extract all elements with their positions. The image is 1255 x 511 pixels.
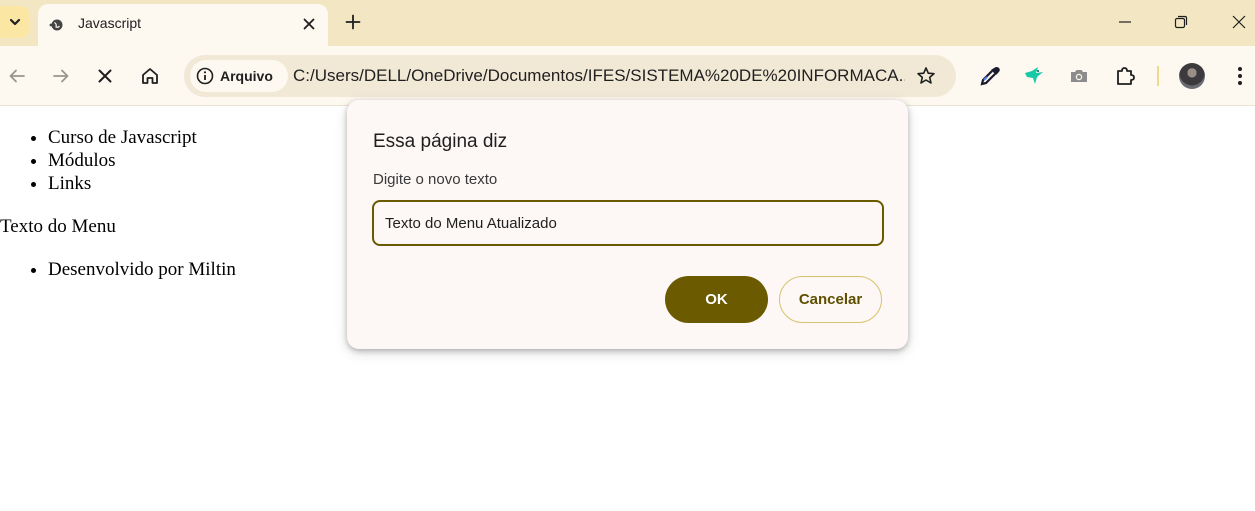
extensions-button[interactable] bbox=[1112, 63, 1138, 89]
browser-menu-button[interactable] bbox=[1228, 63, 1252, 89]
close-icon bbox=[98, 69, 112, 83]
menu-text: Texto do Menu bbox=[0, 216, 116, 237]
extension-camera[interactable] bbox=[1066, 63, 1092, 89]
toolbar-separator bbox=[1157, 66, 1159, 86]
minimize-icon bbox=[1119, 21, 1131, 23]
site-chip-label: Arquivo bbox=[220, 68, 273, 84]
restore-icon bbox=[1174, 15, 1188, 29]
menu-list: Curso de Javascript Módulos Links bbox=[48, 126, 197, 195]
menu-item-modulos: Módulos bbox=[48, 149, 197, 172]
arrow-left-icon bbox=[9, 69, 25, 83]
plus-icon bbox=[345, 14, 361, 30]
tab-javascript[interactable]: Javascript bbox=[38, 4, 328, 46]
home-icon bbox=[142, 68, 158, 84]
avatar[interactable] bbox=[1179, 63, 1205, 89]
chevron-down-icon bbox=[9, 18, 21, 26]
stop-button[interactable] bbox=[90, 61, 120, 91]
bird-icon bbox=[1025, 67, 1043, 84]
prompt-input[interactable] bbox=[372, 200, 884, 246]
close-icon bbox=[1232, 15, 1246, 29]
footer-credit: Desenvolvido por Miltin bbox=[48, 258, 236, 281]
window-minimize-button[interactable] bbox=[1110, 8, 1140, 36]
eyedropper-icon bbox=[980, 67, 1000, 86]
ok-button[interactable]: OK bbox=[665, 276, 768, 323]
menu-item-links: Links bbox=[48, 172, 197, 195]
tab-close-button[interactable] bbox=[298, 13, 320, 35]
star-icon bbox=[917, 67, 935, 84]
kebab-icon bbox=[1238, 67, 1242, 85]
puzzle-icon bbox=[1117, 67, 1135, 85]
home-button[interactable] bbox=[135, 61, 165, 91]
url-text[interactable]: C:/Users/DELL/OneDrive/Documentos/IFES/S… bbox=[293, 66, 905, 86]
camera-icon bbox=[1071, 70, 1087, 82]
cancel-button[interactable]: Cancelar bbox=[779, 276, 882, 323]
extension-bird[interactable] bbox=[1021, 63, 1047, 89]
dialog-title: Essa página diz bbox=[373, 131, 508, 152]
address-bar[interactable]: Arquivo C:/Users/DELL/OneDrive/Documento… bbox=[184, 55, 956, 97]
new-tab-button[interactable] bbox=[340, 9, 366, 35]
window-restore-button[interactable] bbox=[1166, 8, 1196, 36]
globe-icon bbox=[49, 19, 63, 31]
prompt-dialog: Essa página diz Digite o novo texto OK C… bbox=[347, 100, 908, 349]
window-close-button[interactable] bbox=[1224, 8, 1254, 36]
extension-eyedropper[interactable] bbox=[977, 63, 1003, 89]
footer-list: Desenvolvido por Miltin bbox=[48, 258, 236, 281]
tab-strip: Javascript bbox=[0, 0, 1255, 46]
dialog-message: Digite o novo texto bbox=[373, 171, 498, 188]
browser-toolbar: Arquivo C:/Users/DELL/OneDrive/Documento… bbox=[0, 46, 1255, 106]
menu-item-curso: Curso de Javascript bbox=[48, 126, 197, 149]
close-icon bbox=[303, 18, 315, 30]
arrow-right-icon bbox=[53, 69, 69, 83]
tab-title: Javascript bbox=[78, 15, 142, 31]
site-info-chip[interactable]: Arquivo bbox=[190, 60, 288, 92]
back-button[interactable] bbox=[2, 61, 32, 91]
info-icon bbox=[196, 67, 214, 85]
tab-search-button[interactable] bbox=[0, 6, 30, 38]
bookmark-button[interactable] bbox=[914, 64, 938, 88]
forward-button[interactable] bbox=[46, 61, 76, 91]
